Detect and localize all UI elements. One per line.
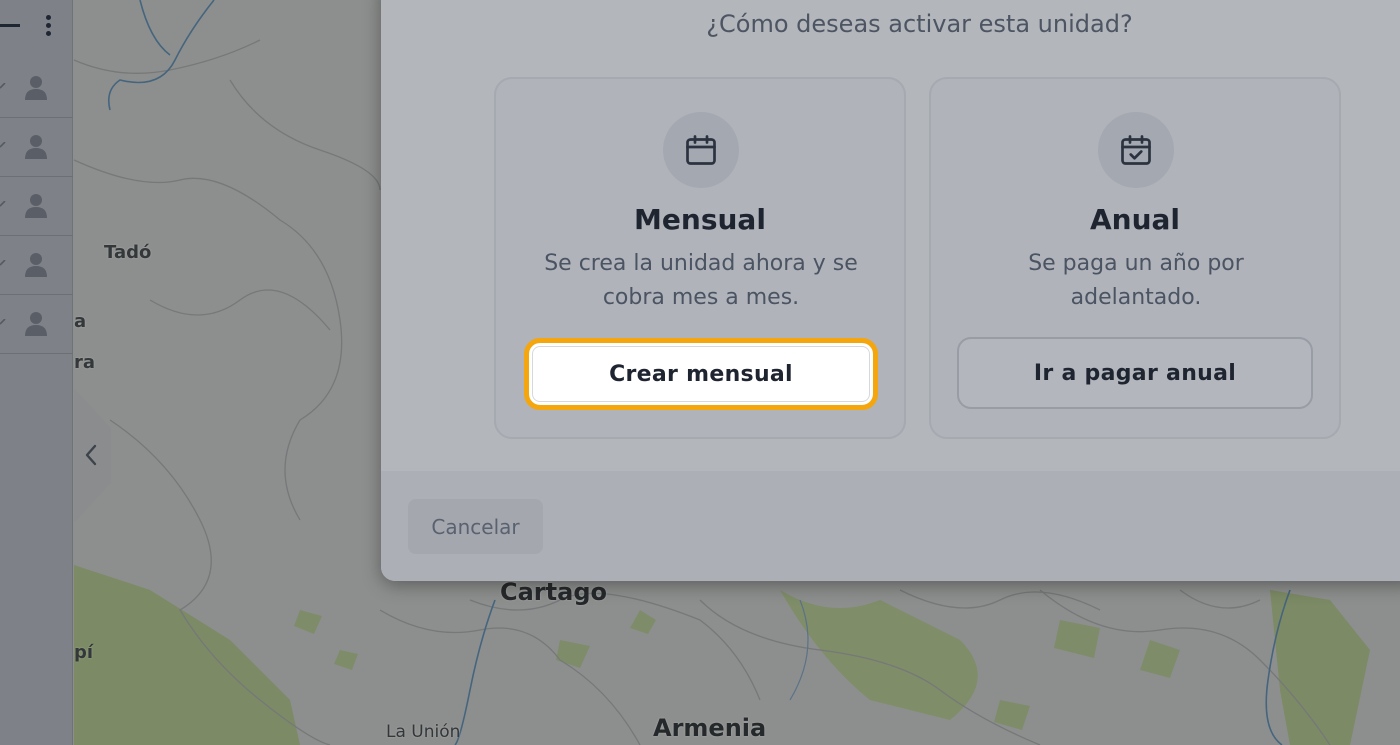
unit-list-sidebar — [0, 0, 73, 745]
edit-icon[interactable] — [0, 142, 6, 148]
map-label-partial-pi: pí — [74, 642, 94, 663]
user-icon — [25, 194, 47, 218]
icon-circle — [663, 112, 739, 188]
edit-icon[interactable] — [0, 319, 6, 325]
sidebar-list-item[interactable] — [0, 295, 73, 354]
map-label-la-union: La Unión — [386, 722, 461, 742]
cancel-button[interactable]: Cancelar — [408, 499, 543, 554]
sidebar-list-item[interactable] — [0, 118, 73, 177]
map-label-partial-a: a — [74, 311, 87, 332]
sidebar-list-item[interactable] — [0, 177, 73, 236]
sidebar-toolbar — [0, 0, 73, 58]
option-description-monthly: Se crea la unidad ahora y se cobra mes a… — [544, 251, 858, 310]
user-icon — [25, 135, 47, 159]
kebab-vertical-icon[interactable] — [38, 12, 58, 42]
edit-icon[interactable] — [0, 260, 6, 266]
sidebar-list-item[interactable] — [0, 236, 73, 295]
map-label-cartago: Cartago — [500, 578, 607, 606]
edit-icon[interactable] — [0, 201, 6, 207]
map-label-tado: Tadó — [104, 242, 152, 263]
map-label-armenia: Armenia — [653, 714, 767, 742]
calendar-check-icon — [1121, 135, 1151, 165]
calendar-icon — [686, 135, 716, 165]
activation-modal: ¿Cómo deseas activar esta unidad? Mensua… — [381, 0, 1400, 581]
modal-footer: Cancelar — [381, 471, 1400, 581]
edit-icon[interactable] — [0, 83, 6, 89]
icon-circle — [1098, 112, 1174, 188]
chevron-left-icon — [85, 444, 97, 466]
pay-annual-button[interactable]: Ir a pagar anual — [957, 337, 1313, 409]
option-title-monthly: Mensual — [634, 203, 766, 236]
modal-question: ¿Cómo deseas activar esta unidad? — [706, 10, 1133, 38]
map-label-partial-ra: ra — [74, 352, 96, 373]
user-icon — [25, 253, 47, 277]
option-description-annual: Se paga un año por adelantado. — [1028, 251, 1244, 310]
user-icon — [25, 76, 47, 100]
user-icon — [25, 312, 47, 336]
option-card-monthly: Mensual Se crea la unidad ahora y se cob… — [494, 77, 906, 439]
option-card-annual: Anual Se paga un año por adelantado. Ir … — [929, 77, 1341, 439]
option-title-annual: Anual — [1089, 203, 1181, 236]
collapse-dash-icon[interactable] — [0, 24, 20, 27]
create-monthly-button[interactable]: Crear mensual — [524, 338, 878, 410]
sidebar-list-item[interactable] — [0, 59, 73, 118]
